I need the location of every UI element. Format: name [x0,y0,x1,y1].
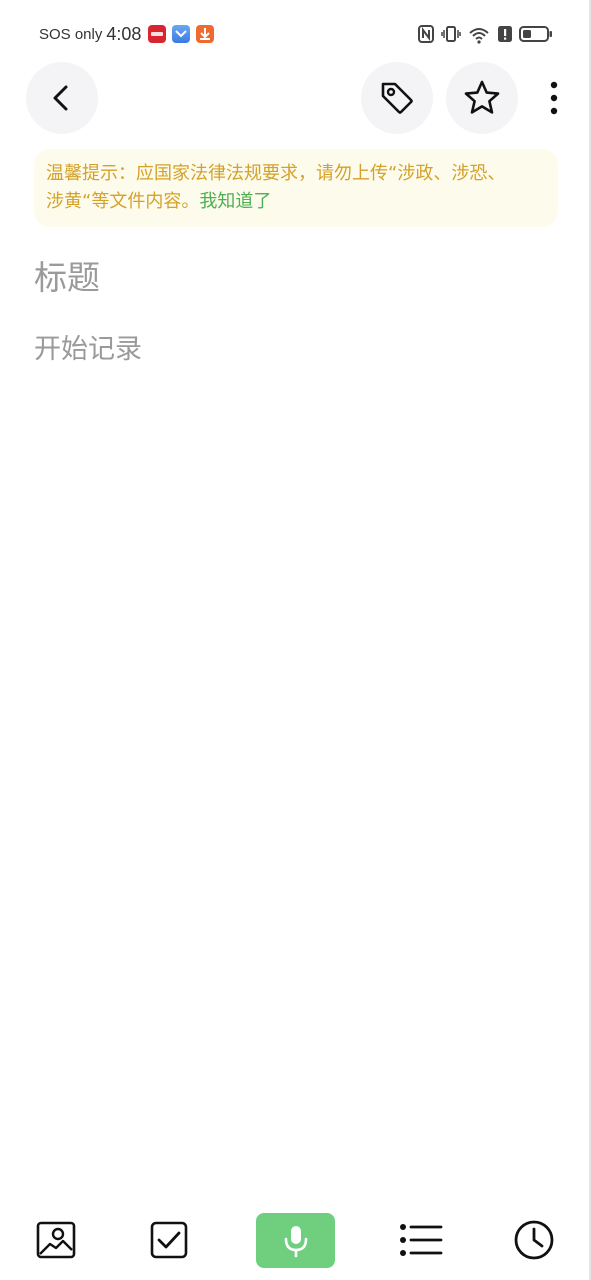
tag-button[interactable] [361,62,433,134]
body-input[interactable]: 开始记录 [34,331,142,369]
acknowledge-link[interactable]: 我知道了 [199,191,271,212]
insert-checklist-button[interactable] [145,1216,193,1264]
microphone-icon [284,1225,307,1257]
notice-text: 温馨提示：应国家法律法规要求，请勿上传“涉政、涉恐、涉黄“等文件内容。 [46,163,506,212]
checkbox-icon [150,1221,188,1259]
carrier-text: SOS only [39,25,103,43]
clock-text: 4:08 [106,23,142,44]
list-icon [400,1224,443,1256]
clock-icon [514,1220,554,1260]
tag-icon [381,82,413,114]
reminder-button[interactable] [510,1216,558,1264]
image-icon [36,1221,76,1259]
notice-banner: 温馨提示：应国家法律法规要求，请勿上传“涉政、涉恐、涉黄“等文件内容。我知道了 [34,149,558,227]
insert-image-button[interactable] [32,1216,80,1264]
back-button[interactable] [26,62,98,134]
status-bar: SOS only 4:08 [0,0,591,66]
battery-icon [519,26,552,42]
back-icon [53,85,68,111]
star-icon [464,80,500,114]
status-right [417,22,553,46]
favorite-button[interactable] [446,62,518,134]
alert-icon [498,26,512,42]
browser-app-icon [172,25,191,43]
nfc-icon [418,25,434,43]
insert-list-button[interactable] [397,1216,445,1264]
wifi-icon [469,28,489,44]
voice-input-button[interactable] [256,1213,335,1268]
news-app-icon [148,25,167,43]
title-input[interactable]: 标题 [34,255,100,301]
download-icon [196,25,215,43]
status-left: SOS only 4:08 [39,21,215,47]
more-button[interactable] [539,78,569,118]
vibrate-icon [441,26,461,42]
more-vertical-icon [550,81,558,115]
